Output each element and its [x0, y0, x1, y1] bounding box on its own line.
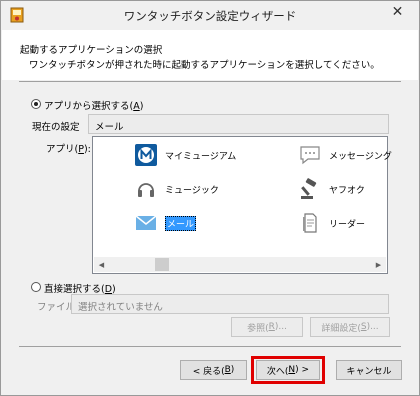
current-setting-value: メール	[88, 114, 389, 134]
list-item-label: マイミュージアム	[165, 151, 237, 162]
advanced-settings-button[interactable]: 詳細設定(S)...	[310, 317, 390, 337]
list-item-label: ミュージック	[165, 185, 219, 196]
list-item-mail[interactable]: メール	[133, 209, 197, 237]
title-bar: ワンタッチボタン設定ウィザード ✕	[1, 1, 419, 30]
list-item-auction[interactable]: ヤフオク	[297, 175, 365, 203]
list-item-label: ヤフオク	[329, 185, 365, 196]
scrollbar-thumb[interactable]	[155, 258, 169, 271]
app-select-label[interactable]: アプリから選択する(A)	[44, 98, 143, 112]
scroll-right-icon[interactable]: ▶	[371, 257, 386, 272]
file-path-field: 選択されていません	[71, 294, 389, 314]
list-item-label: メール	[165, 215, 197, 231]
direct-select-radio[interactable]	[31, 282, 41, 292]
window-title: ワンタッチボタン設定ウィザード	[123, 9, 297, 23]
browse-button[interactable]: 参照(R)...	[231, 317, 303, 337]
horizontal-scrollbar[interactable]: ◀ ▶	[94, 257, 386, 272]
header-divider	[19, 81, 401, 82]
reader-icon	[297, 210, 323, 236]
auction-icon	[297, 176, 323, 202]
messaging-icon	[297, 142, 323, 168]
museum-icon	[133, 142, 159, 168]
list-item-music[interactable]: ミュージック	[133, 175, 219, 203]
back-button[interactable]: < 戻る(B)	[180, 360, 247, 380]
header-subtitle: ワンタッチボタンが押された時に起動するアプリケーションを選択してください。	[29, 60, 380, 71]
file-label: ファイル	[37, 302, 76, 313]
header-title: 起動するアプリケーションの選択	[20, 45, 163, 56]
next-button-highlight	[251, 356, 325, 384]
list-item-messaging[interactable]: メッセージング	[297, 141, 392, 169]
current-setting-label: 現在の設定	[32, 122, 80, 133]
app-listbox[interactable]: マイミュージアム メッセージング ミュージック ヤフオク メール リーダー ◀ …	[92, 136, 392, 274]
direct-select-label[interactable]: 直接選択する(D)	[44, 281, 116, 295]
footer-divider	[19, 346, 401, 347]
scroll-left-icon[interactable]: ◀	[94, 257, 109, 272]
app-list-label: アプリ(P):	[46, 144, 91, 155]
list-item-reader[interactable]: リーダー	[297, 209, 365, 237]
list-item-museum[interactable]: マイミュージアム	[133, 141, 236, 169]
mail-icon	[133, 210, 159, 236]
cancel-button[interactable]: キャンセル	[336, 360, 402, 380]
wizard-header: 起動するアプリケーションの選択 ワンタッチボタンが押された時に起動するアプリケー…	[2, 30, 418, 80]
close-button[interactable]: ✕	[381, 1, 414, 22]
list-item-label: リーダー	[329, 219, 366, 230]
wizard-window: ワンタッチボタン設定ウィザード ✕ 起動するアプリケーションの選択 ワンタッチボ…	[0, 0, 420, 396]
headphones-icon	[133, 176, 159, 202]
list-item-label: メッセージング	[329, 151, 392, 162]
app-select-radio[interactable]	[31, 99, 41, 109]
close-icon: ✕	[391, 3, 404, 20]
